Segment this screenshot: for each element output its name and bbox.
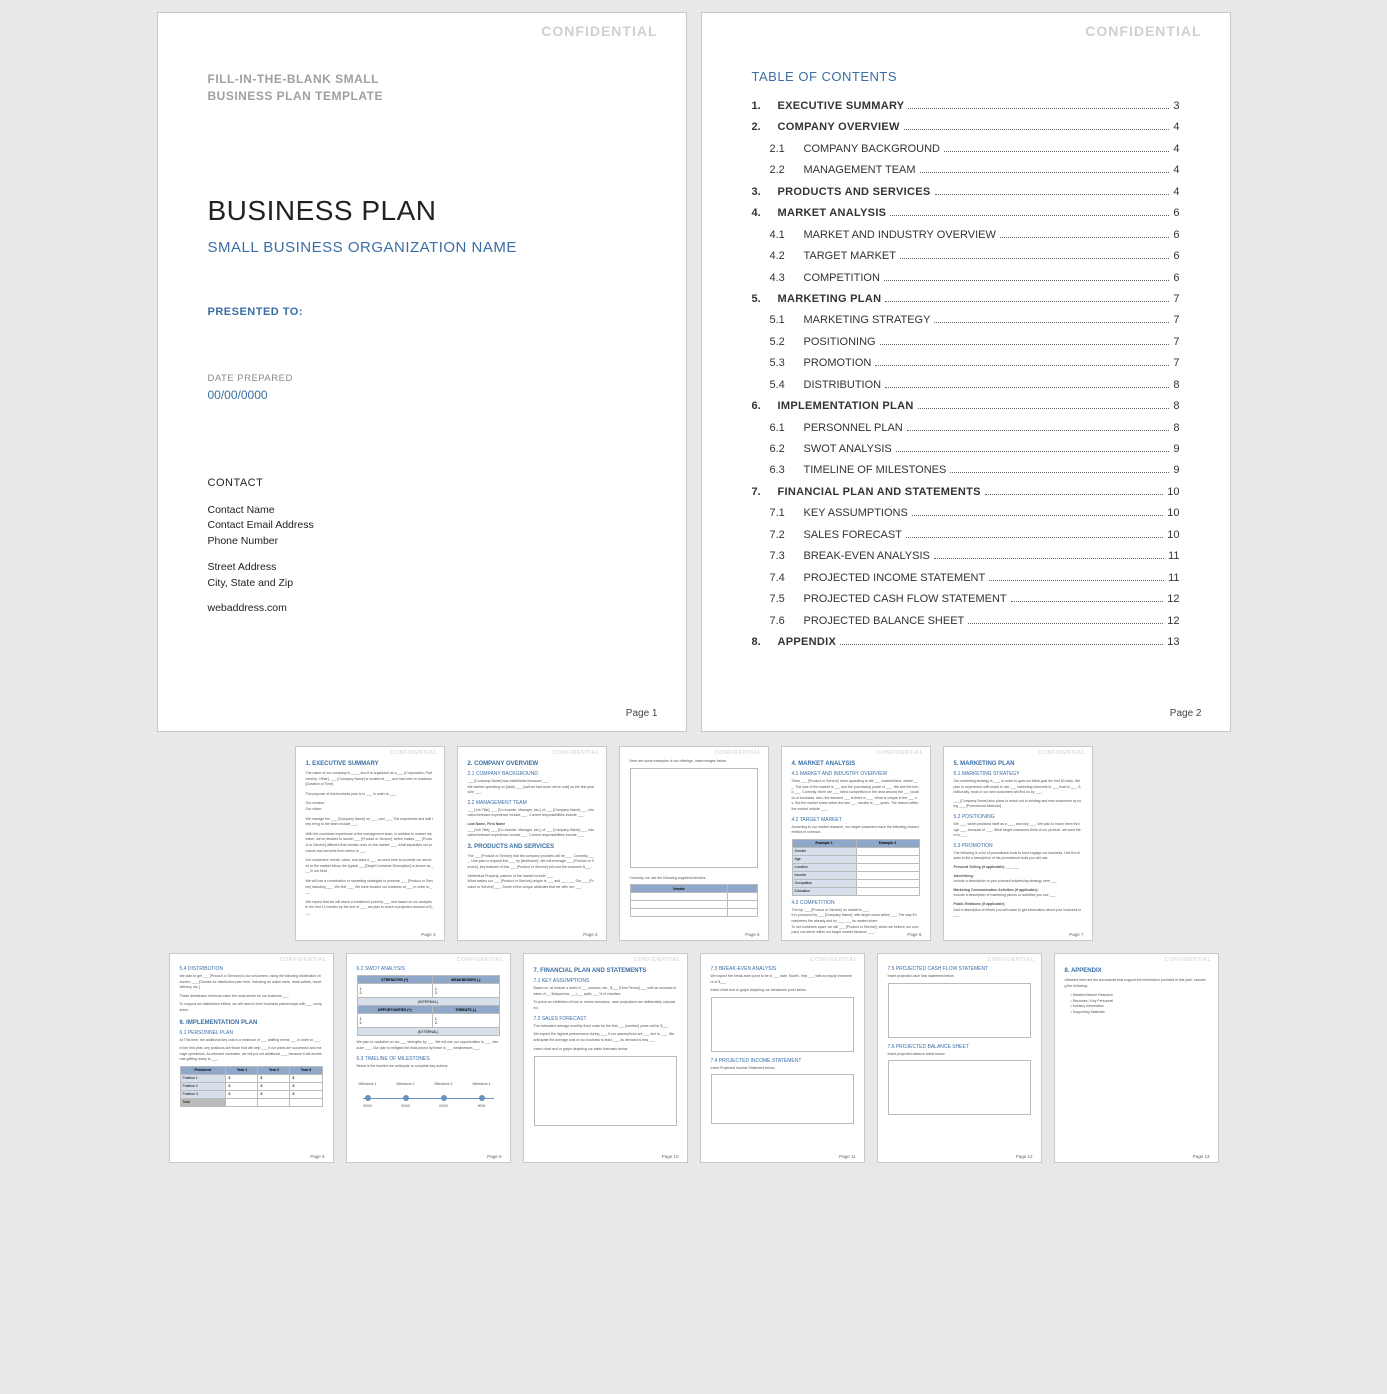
- date-prepared-value: 00/00/0000: [208, 388, 636, 402]
- toc-entry: 8.APPENDIX13: [752, 632, 1180, 653]
- contact-email: Contact Email Address: [208, 518, 636, 534]
- target-market-table: Example 1Example 2 Gender Age Location I…: [792, 839, 920, 896]
- thumb-row-2: CONFIDENTIAL 5.4 DISTRIBUTION We plan to…: [12, 953, 1375, 1163]
- toc-entry: 4.2TARGET MARKET6: [752, 246, 1180, 267]
- thumb-page-13: CONFIDENTIAL 8. APPENDIX Attached here a…: [1054, 953, 1219, 1163]
- toc-entry: 6.IMPLEMENTATION PLAN8: [752, 396, 1180, 417]
- toc-entry: 1.EXECUTIVE SUMMARY3: [752, 96, 1180, 117]
- thumb-page-7: CONFIDENTIAL 5. MARKETING PLAN 5.1 MARKE…: [943, 746, 1093, 941]
- toc-entry: 4.1MARKET AND INDUSTRY OVERVIEW6: [752, 225, 1180, 246]
- toc-entry: 5.4DISTRIBUTION8: [752, 375, 1180, 396]
- date-prepared-label: DATE PREPARED: [208, 373, 636, 384]
- template-name: FILL-IN-THE-BLANK SMALL BUSINESS PLAN TE…: [208, 71, 636, 105]
- thumb-page-6: CONFIDENTIAL 4. MARKET ANALYSIS 4.1 MARK…: [781, 746, 931, 941]
- toc-entry: 6.1PERSONNEL PLAN8: [752, 418, 1180, 439]
- contact-street: Street Address: [208, 560, 636, 576]
- thumb-page-12: CONFIDENTIAL 7.5 PROJECTED CASH FLOW STA…: [877, 953, 1042, 1163]
- income-statement-box: [711, 1074, 854, 1124]
- thumb-page-8: CONFIDENTIAL 5.4 DISTRIBUTION We plan to…: [169, 953, 334, 1163]
- toc-entry: 4.3COMPETITION6: [752, 268, 1180, 289]
- contact-web: webaddress.com: [208, 601, 636, 617]
- thumb-page-9: CONFIDENTIAL 6.2 SWOT ANALYSIS STRENGTHS…: [346, 953, 511, 1163]
- thumb-page-3: CONFIDENTIAL 1. EXECUTIVE SUMMARY The na…: [295, 746, 445, 941]
- toc-entry: 7.1KEY ASSUMPTIONS10: [752, 503, 1180, 524]
- toc-entry: 6.3TIMELINE OF MILESTONES9: [752, 460, 1180, 481]
- toc-entry: 7.5PROJECTED CASH FLOW STATEMENT12: [752, 589, 1180, 610]
- presented-to-label: PRESENTED TO:: [208, 306, 636, 318]
- thumb-page-5: CONFIDENTIAL Here are some examples of o…: [619, 746, 769, 941]
- balance-sheet-box: [888, 1060, 1031, 1115]
- swot-table: STRENGTHS (+)WEAKNESSES (-) 1.2.1.2. (IN…: [357, 975, 500, 1036]
- confidential-label: CONFIDENTIAL: [541, 23, 657, 39]
- toc-entry: 3.PRODUCTS AND SERVICES4: [752, 182, 1180, 203]
- toc-entry: 7.3BREAK-EVEN ANALYSIS11: [752, 546, 1180, 567]
- page-1-cover: CONFIDENTIAL FILL-IN-THE-BLANK SMALL BUS…: [157, 12, 687, 732]
- thumb-row-1: CONFIDENTIAL 1. EXECUTIVE SUMMARY The na…: [12, 746, 1375, 941]
- toc-entry: 7.2SALES FORECAST10: [752, 525, 1180, 546]
- personnel-table: PersonnelYear 1Year 2Year 3 Position 1$$…: [180, 1066, 323, 1107]
- toc-entry: 2.1COMPANY BACKGROUND4: [752, 139, 1180, 160]
- toc-title: TABLE OF CONTENTS: [752, 69, 1180, 84]
- image-placeholder-box: [630, 768, 758, 868]
- toc-entry: 7.4PROJECTED INCOME STATEMENT11: [752, 568, 1180, 589]
- toc-entry: 5.2POSITIONING7: [752, 332, 1180, 353]
- toc-entry: 6.2SWOT ANALYSIS9: [752, 439, 1180, 460]
- toc-entry: 2.2MANAGEMENT TEAM4: [752, 160, 1180, 181]
- toc-entry: 7.FINANCIAL PLAN AND STATEMENTS10: [752, 482, 1180, 503]
- thumb-page-4: CONFIDENTIAL 2. COMPANY OVERVIEW 2.1 COM…: [457, 746, 607, 941]
- toc-entry: 5.MARKETING PLAN7: [752, 289, 1180, 310]
- contact-heading: CONTACT: [208, 477, 636, 489]
- toc-entry: 5.3PROMOTION7: [752, 353, 1180, 374]
- top-row: CONFIDENTIAL FILL-IN-THE-BLANK SMALL BUS…: [12, 12, 1375, 732]
- page-2-toc: CONFIDENTIAL TABLE OF CONTENTS 1.EXECUTI…: [701, 12, 1231, 732]
- thumb-page-10: CONFIDENTIAL 7. FINANCIAL PLAN AND STATE…: [523, 953, 688, 1163]
- contact-city: City, State and Zip: [208, 576, 636, 592]
- cashflow-box: [888, 983, 1031, 1038]
- milestone-timeline: Milestone 1 00/00 Milestone 2 00/00 Mile…: [357, 1080, 500, 1116]
- sales-forecast-chart-box: [534, 1056, 677, 1126]
- thumb-page-11: CONFIDENTIAL 7.3 BREAK-EVEN ANALYSIS We …: [700, 953, 865, 1163]
- business-plan-title: BUSINESS PLAN: [208, 195, 636, 227]
- contact-block: Contact Name Contact Email Address Phone…: [208, 503, 636, 618]
- toc-entry: 7.6PROJECTED BALANCE SHEET12: [752, 611, 1180, 632]
- page-1-number: Page 1: [626, 708, 658, 719]
- contact-phone: Phone Number: [208, 534, 636, 550]
- toc-entry: 2.COMPANY OVERVIEW4: [752, 117, 1180, 138]
- contact-name: Contact Name: [208, 503, 636, 519]
- toc-list: 1.EXECUTIVE SUMMARY32.COMPANY OVERVIEW42…: [752, 96, 1180, 653]
- organization-name: SMALL BUSINESS ORGANIZATION NAME: [208, 239, 636, 256]
- breakeven-chart-box: [711, 997, 854, 1052]
- toc-entry: 4.MARKET ANALYSIS6: [752, 203, 1180, 224]
- toc-entry: 5.1MARKETING STRATEGY7: [752, 310, 1180, 331]
- supplier-table: Vendor: [630, 884, 758, 917]
- page-2-number: Page 2: [1170, 708, 1202, 719]
- confidential-label: CONFIDENTIAL: [1085, 23, 1201, 39]
